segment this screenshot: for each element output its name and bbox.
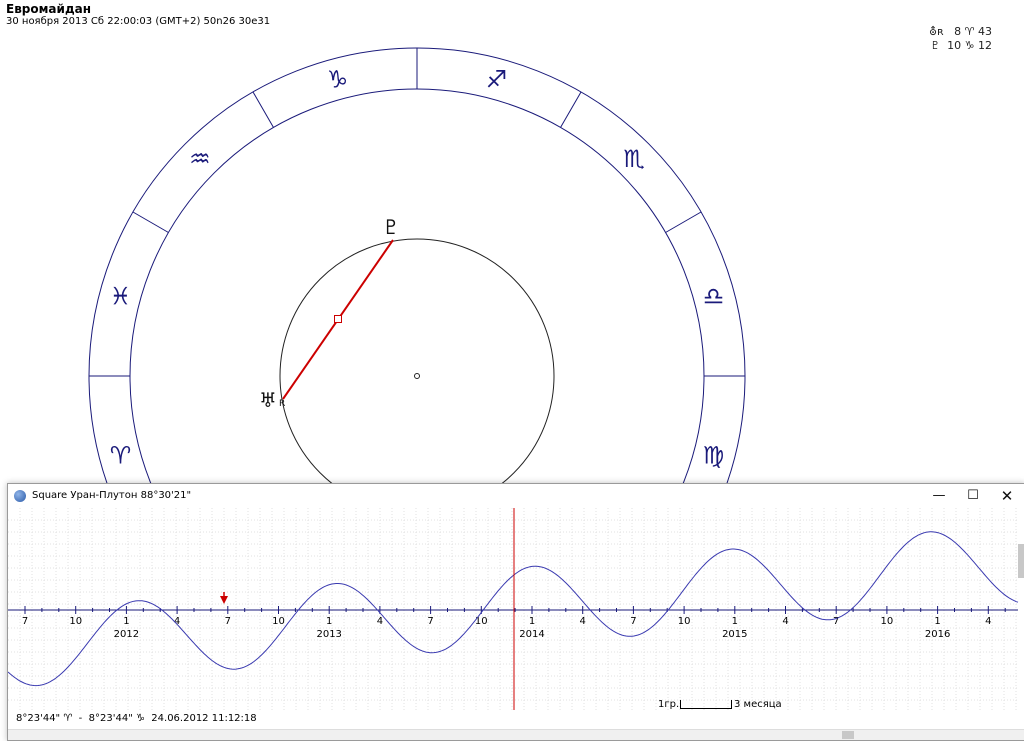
scale-bar	[680, 700, 732, 709]
sign-divider	[560, 91, 582, 128]
month-label: 1	[123, 616, 129, 627]
month-label: 4	[377, 616, 383, 627]
status-readout: 8°23'44" ♈ - 8°23'44" ♑ 24.06.2012 11:12…	[16, 713, 257, 724]
sign-divider	[665, 211, 702, 233]
month-label: 1	[732, 616, 738, 627]
year-labels: 2012 2013 2014 2015 2016	[114, 629, 951, 640]
uranus-glyph: ♅	[259, 388, 277, 412]
year-label: 2013	[316, 629, 341, 640]
month-label: 7	[225, 616, 231, 627]
scale-label: 1гр.	[658, 699, 680, 710]
pluto-glyph: ♇	[382, 215, 400, 239]
year-label: 2016	[925, 629, 950, 640]
month-label: 4	[580, 616, 586, 627]
sign-glyph: ♏	[623, 145, 645, 173]
scale-unit: 3 месяца	[734, 699, 782, 710]
outer-ring	[88, 47, 746, 483]
month-label: 1	[529, 616, 535, 627]
month-label: 7	[427, 616, 433, 627]
month-label: 7	[22, 616, 28, 627]
month-label: 10	[881, 616, 894, 627]
sign-glyph: ♐	[486, 65, 508, 93]
month-label: 10	[69, 616, 82, 627]
year-label: 2014	[519, 629, 544, 640]
sign-glyphs: ♈ ♓ ♒ ♑ ♐ ♏ ♎ ♍	[110, 65, 725, 469]
sign-glyph: ♍	[703, 441, 725, 469]
month-labels: 7 10 1 4 7 10 1 4 7 10 1 4 7 10 1 4 7 10 1 4	[22, 616, 992, 627]
horizontal-scrollbar[interactable]	[8, 729, 1024, 740]
scrollbar-thumb[interactable]	[842, 731, 854, 739]
month-label: 10	[678, 616, 691, 627]
window-title: Square Уран-Плутон 88°30'21"	[32, 490, 192, 501]
year-label: 2015	[722, 629, 747, 640]
month-label: 10	[272, 616, 285, 627]
vertical-scrollbar-thumb[interactable]	[1018, 544, 1024, 578]
year-label: 2012	[114, 629, 139, 640]
sign-glyph: ♓	[110, 283, 132, 311]
close-button[interactable]: ✕	[992, 486, 1022, 506]
maximize-button[interactable]: ☐	[958, 486, 988, 506]
app-globe-icon	[14, 490, 26, 502]
inner-ring	[129, 88, 705, 483]
sign-glyph: ♑	[327, 65, 349, 93]
sign-glyph: ♒	[189, 145, 211, 173]
aspect-midpoint	[334, 315, 342, 323]
aspect-window[interactable]: Square Уран-Плутон 88°30'21" — ☐ ✕ 7 10 1 4…	[7, 483, 1024, 741]
graph-grid	[8, 508, 1018, 710]
sign-glyph: ♎	[703, 283, 725, 311]
uranus-retro-mark: R	[279, 399, 285, 409]
center-dot	[414, 373, 420, 379]
planet-circle	[279, 238, 555, 483]
zodiac-wheel: ♈ ♓ ♒ ♑ ♐ ♏ ♎ ♍ ♇ ♅ R	[88, 47, 746, 483]
aspect-graph[interactable]: 7 10 1 4 7 10 1 4 7 10 1 4 7 10 1 4 7 10 1 4 2012 2013 2014 20…	[8, 508, 1024, 710]
month-label: 4	[985, 616, 991, 627]
minimize-button[interactable]: —	[924, 486, 954, 506]
month-label: 1	[934, 616, 940, 627]
month-label: 7	[630, 616, 636, 627]
window-titlebar[interactable]: Square Уран-Плутон 88°30'21" — ☐ ✕	[8, 484, 1024, 508]
aspect-curve	[8, 531, 1019, 687]
sign-divider	[252, 91, 274, 128]
sign-glyph: ♈	[110, 441, 132, 469]
sign-divider	[132, 211, 169, 233]
sign-dividers	[89, 48, 745, 377]
month-label: 1	[326, 616, 332, 627]
month-label: 4	[782, 616, 788, 627]
